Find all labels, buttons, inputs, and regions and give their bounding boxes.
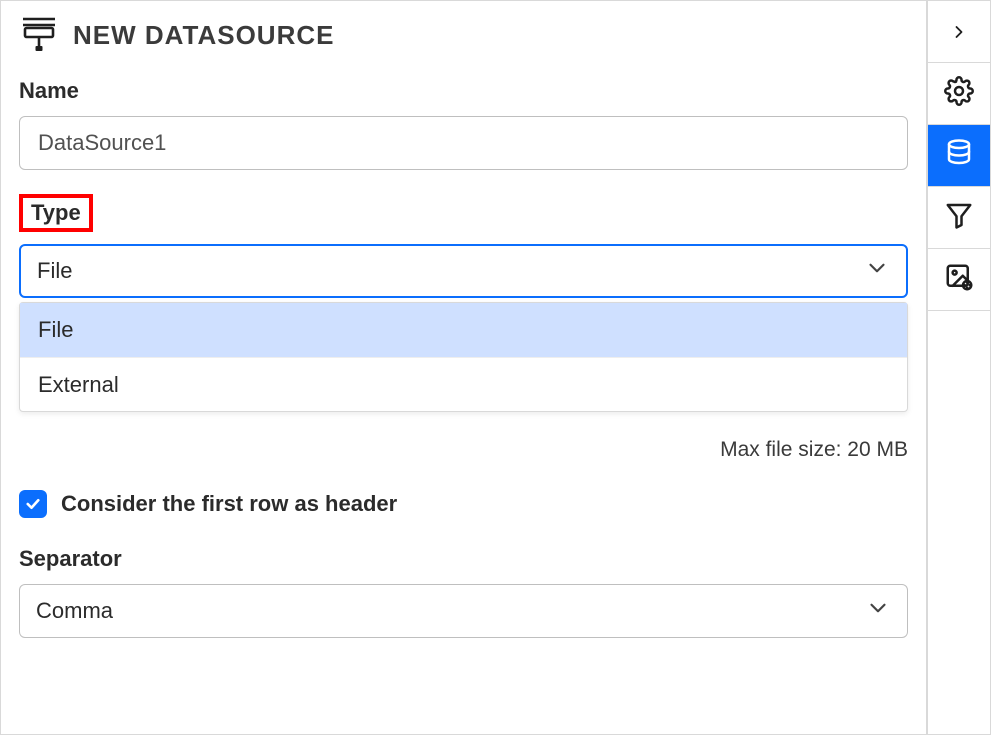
- type-selected-value: File: [37, 258, 72, 284]
- sidebar-collapse[interactable]: [928, 1, 990, 63]
- separator-select[interactable]: Comma: [19, 584, 908, 638]
- right-sidebar: [927, 0, 991, 735]
- chevron-down-icon: [864, 255, 890, 287]
- sidebar-datasource[interactable]: [928, 125, 990, 187]
- type-label-highlight: Type: [19, 194, 93, 232]
- new-datasource-panel: NEW DATASOURCE Name Type File File Exter…: [0, 0, 927, 735]
- gear-icon: [944, 76, 974, 111]
- chevron-down-icon: [865, 595, 891, 627]
- name-input[interactable]: [19, 116, 908, 170]
- filter-icon: [944, 200, 974, 235]
- database-icon: [944, 138, 974, 173]
- separator-label: Separator: [19, 546, 908, 572]
- image-settings-icon: [944, 262, 974, 297]
- sidebar-filter[interactable]: [928, 187, 990, 249]
- datasource-icon: [19, 13, 59, 58]
- first-row-header-checkbox[interactable]: [19, 490, 47, 518]
- sidebar-image-settings[interactable]: [928, 249, 990, 311]
- type-dropdown: File External: [19, 302, 908, 412]
- name-label: Name: [19, 78, 908, 104]
- sidebar-settings[interactable]: [928, 63, 990, 125]
- first-row-header-label: Consider the first row as header: [61, 491, 397, 517]
- max-file-size-hint: Max file size: 20 MB: [720, 438, 908, 462]
- separator-selected-value: Comma: [36, 598, 113, 624]
- panel-title: NEW DATASOURCE: [73, 20, 334, 51]
- type-option-file[interactable]: File: [20, 303, 907, 357]
- type-option-external[interactable]: External: [20, 357, 907, 411]
- type-select[interactable]: File File External: [19, 244, 908, 298]
- type-label: Type: [31, 200, 81, 226]
